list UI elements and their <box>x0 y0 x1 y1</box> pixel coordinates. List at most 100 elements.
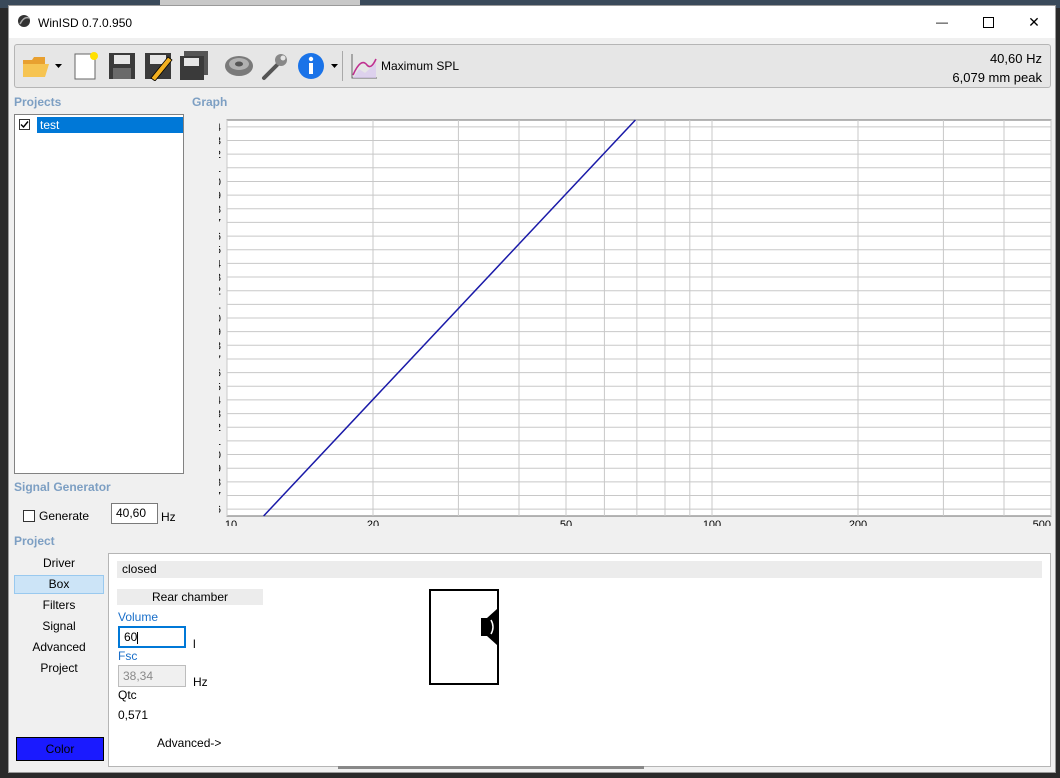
frequency-unit: Hz <box>161 510 176 524</box>
fsc-input: 38,34 <box>118 665 186 687</box>
project-checkbox[interactable] <box>19 119 30 130</box>
y-tick-label: 100 <box>219 176 221 188</box>
graph-type-button[interactable] <box>347 49 381 83</box>
y-tick-label: 92 <box>219 286 221 298</box>
chevron-down-icon <box>330 64 338 68</box>
project-name[interactable]: test <box>37 117 183 133</box>
nav-advanced[interactable]: Advanced <box>14 638 104 657</box>
project-section-label: Project <box>14 534 55 548</box>
fsc-unit: Hz <box>193 675 208 689</box>
y-tick-label: 87 <box>219 354 221 366</box>
y-tick-label: 79 <box>219 463 221 475</box>
advanced-link[interactable]: Advanced-> <box>157 736 221 750</box>
projects-section-label: Projects <box>14 95 62 109</box>
info-button[interactable] <box>294 49 328 83</box>
y-tick-label: 104 <box>219 122 221 134</box>
qtc-value: 0,571 <box>118 708 149 722</box>
save-all-button[interactable] <box>177 49 211 83</box>
x-tick-label: 50 <box>560 519 572 526</box>
y-tick-label: 81 <box>219 436 221 448</box>
save-button[interactable] <box>105 49 139 83</box>
rear-chamber-header: Rear chamber <box>117 589 263 605</box>
y-tick-label: 89 <box>219 327 221 339</box>
open-dropdown-button[interactable] <box>52 49 64 83</box>
color-button[interactable]: Color <box>16 737 104 761</box>
y-tick-label: 102 <box>219 149 221 161</box>
close-button[interactable]: ✕ <box>1011 6 1055 38</box>
y-tick-label: 76 <box>219 504 221 516</box>
x-tick-label: 500 <box>1033 519 1051 526</box>
close-icon: ✕ <box>1028 13 1040 30</box>
y-tick-label: 78 <box>219 477 221 489</box>
driver-editor-button[interactable] <box>222 49 256 83</box>
y-tick-label: 80 <box>219 450 221 462</box>
volume-input[interactable]: 60 <box>118 626 186 648</box>
spl-graph[interactable]: 7677 78 7980 81 8283 84 8586 87 8889 90 9192 93 9495… <box>219 114 1053 526</box>
minimize-icon: — <box>936 15 948 29</box>
y-tick-label: 90 <box>219 313 221 325</box>
volume-unit: l <box>193 637 196 651</box>
woofer-icon <box>481 609 499 645</box>
x-tick-label: 200 <box>849 519 867 526</box>
graph-icon <box>351 54 377 79</box>
maximize-icon <box>982 16 994 28</box>
checkmark-icon <box>20 121 29 129</box>
save-icon <box>109 53 135 79</box>
nav-driver[interactable]: Driver <box>14 554 104 573</box>
graph-type-label[interactable]: Maximum SPL <box>381 59 459 73</box>
minimize-button[interactable]: — <box>919 6 965 38</box>
y-tick-label: 95 <box>219 245 221 257</box>
winisd-app-icon <box>18 15 30 27</box>
info-dropdown-button[interactable] <box>328 49 340 83</box>
tools-button[interactable] <box>258 49 292 83</box>
info-icon <box>298 53 324 79</box>
y-tick-label: 84 <box>219 395 221 407</box>
volume-value: 60 <box>124 630 138 644</box>
nav-box[interactable]: Box <box>14 575 104 594</box>
y-tick-label: 98 <box>219 204 221 216</box>
toolbar-separator <box>342 51 343 81</box>
y-tick-label: 83 <box>219 409 221 421</box>
projects-list[interactable]: test <box>14 114 184 474</box>
nav-signal[interactable]: Signal <box>14 617 104 636</box>
list-item[interactable]: test <box>17 117 183 133</box>
taskbar-hint <box>338 766 644 769</box>
y-tick-label: 103 <box>219 135 221 147</box>
y-tick-label: 93 <box>219 272 221 284</box>
box-type-selector[interactable]: closed <box>117 561 1042 578</box>
x-tick-label: 10 <box>225 519 237 526</box>
generate-label: Generate <box>39 509 90 523</box>
x-tick-label: 20 <box>367 519 379 526</box>
maximize-button[interactable] <box>965 6 1011 38</box>
x-tick-label: 100 <box>703 519 721 526</box>
wrench-icon <box>262 54 287 80</box>
fsc-label: Fsc <box>118 649 138 663</box>
box-panel: closed Rear chamber Volume 60 l Fsc 38,3… <box>108 553 1051 767</box>
generate-checkbox[interactable] <box>23 510 35 522</box>
qtc-label: Qtc <box>118 688 137 702</box>
frequency-input[interactable]: 40,60 <box>111 503 158 524</box>
new-document-icon <box>74 52 98 80</box>
new-button[interactable] <box>69 49 103 83</box>
enclosure-diagram <box>429 589 499 685</box>
save-as-icon <box>145 53 173 81</box>
nav-project[interactable]: Project <box>14 659 104 678</box>
nav-filters[interactable]: Filters <box>14 596 104 615</box>
excursion-readout: 6,079 mm peak <box>952 70 1042 85</box>
volume-label: Volume <box>118 610 159 624</box>
save-as-button[interactable] <box>141 49 175 83</box>
y-tick-label: 77 <box>219 491 221 503</box>
y-tick-label: 97 <box>219 217 221 229</box>
graph-section-label: Graph <box>192 95 228 109</box>
y-tick-label: 101 <box>219 163 221 175</box>
save-all-icon <box>180 51 208 80</box>
open-button[interactable] <box>20 49 54 83</box>
chevron-down-icon <box>54 64 62 68</box>
y-tick-label: 94 <box>219 258 221 270</box>
frequency-readout: 40,60 Hz <box>989 51 1042 66</box>
driver-speaker-icon <box>225 56 253 76</box>
toolbar: Maximum SPL 40,60 Hz 6,079 mm peak <box>14 44 1051 88</box>
y-tick-label: 96 <box>219 231 221 243</box>
text-cursor <box>137 631 139 644</box>
y-tick-label: 91 <box>219 299 221 311</box>
